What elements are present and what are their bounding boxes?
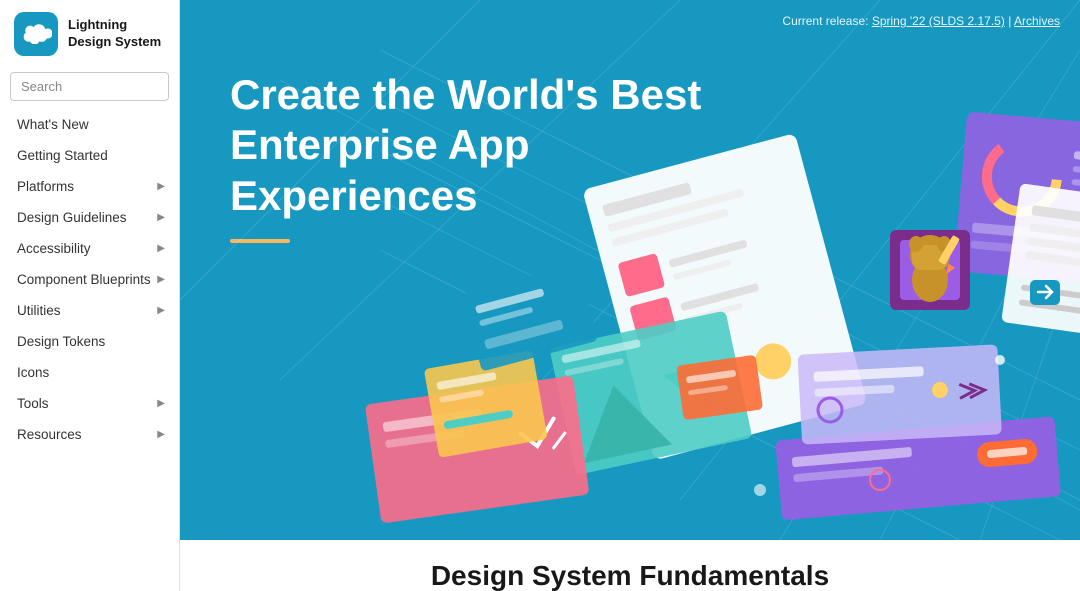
chevron-right-icon: ▶	[157, 212, 165, 223]
archives-link[interactable]: Archives	[1014, 14, 1060, 28]
bottom-section: Design System Fundamentals	[180, 540, 1080, 591]
sidebar-nav-item[interactable]: Utilities ▶	[0, 295, 179, 326]
salesforce-logo	[14, 12, 58, 56]
nav-item-label: Platforms	[17, 179, 74, 194]
nav-item-label: Resources	[17, 427, 82, 442]
sidebar-nav-item[interactable]: Platforms ▶	[0, 171, 179, 202]
sidebar-nav-item[interactable]: Tools ▶	[0, 388, 179, 419]
release-link[interactable]: Spring '22 (SLDS 2.17.5)	[872, 14, 1005, 28]
release-separator: |	[1008, 14, 1011, 28]
hero-section: Current release: Spring '22 (SLDS 2.17.5…	[180, 0, 1080, 540]
nav-item-label: What's New	[17, 117, 89, 132]
release-prefix: Current release:	[782, 14, 868, 28]
bottom-heading: Design System Fundamentals	[230, 560, 1030, 591]
search-container	[0, 64, 179, 109]
sidebar-nav-item[interactable]: Accessibility ▶	[0, 233, 179, 264]
sidebar-nav-item[interactable]: Resources ▶	[0, 419, 179, 450]
nav-item-label: Design Guidelines	[17, 210, 127, 225]
search-input[interactable]	[10, 72, 169, 101]
sidebar-nav-item[interactable]: Component Blueprints ▶	[0, 264, 179, 295]
nav-item-label: Tools	[17, 396, 49, 411]
nav-list: What's NewGetting StartedPlatforms▶Desig…	[0, 109, 179, 591]
hero-title-line1: Create the World's Best	[230, 71, 701, 118]
sidebar-nav-item[interactable]: What's New	[0, 109, 179, 140]
sidebar-title: Lightning Design System	[68, 17, 165, 51]
chevron-right-icon: ▶	[157, 398, 165, 409]
chevron-right-icon: ▶	[157, 305, 165, 316]
nav-item-label: Design Tokens	[17, 334, 105, 349]
nav-item-label: Icons	[17, 365, 49, 380]
chevron-right-icon: ▶	[157, 429, 165, 440]
chevron-right-icon: ▶	[157, 274, 165, 285]
release-bar: Current release: Spring '22 (SLDS 2.17.5…	[782, 14, 1060, 28]
chevron-right-icon: ▶	[157, 243, 165, 254]
hero-underline	[230, 239, 290, 243]
sidebar-nav-item[interactable]: Design Tokens	[0, 326, 179, 357]
nav-item-label: Accessibility	[17, 241, 91, 256]
sidebar-nav-item[interactable]: Icons	[0, 357, 179, 388]
logo-area: Lightning Design System	[0, 0, 179, 64]
nav-item-label: Getting Started	[17, 148, 108, 163]
main-content: Current release: Spring '22 (SLDS 2.17.5…	[180, 0, 1080, 591]
nav-item-label: Utilities	[17, 303, 61, 318]
hero-title: Create the World's Best Enterprise App E…	[230, 70, 750, 221]
chevron-right-icon: ▶	[157, 181, 165, 192]
hero-title-line2: Enterprise App Experiences	[230, 121, 530, 218]
sidebar-nav-item[interactable]: Design Guidelines ▶	[0, 202, 179, 233]
sidebar: Lightning Design System What's New Gettin…	[0, 0, 180, 591]
sidebar-nav-item[interactable]: Getting Started	[0, 140, 179, 171]
nav-item-label: Component Blueprints	[17, 272, 151, 287]
